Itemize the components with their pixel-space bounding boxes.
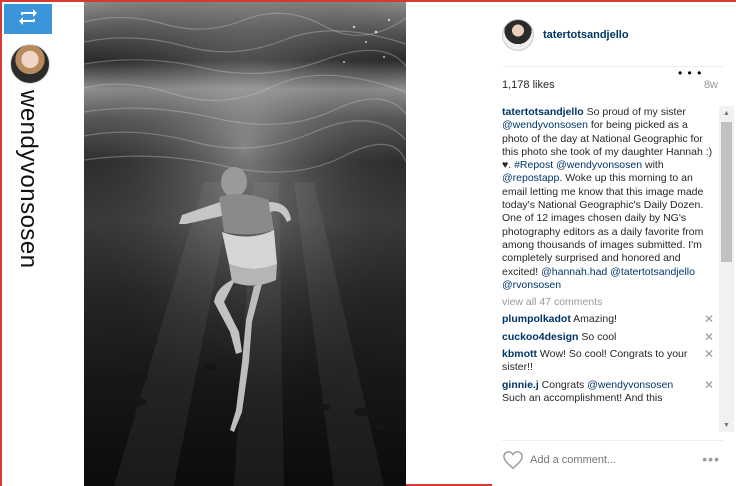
repost-icon (17, 8, 39, 31)
post-header: tatertotsandjello (502, 18, 629, 52)
inline-more-icon[interactable]: • • • (678, 66, 702, 80)
caption-text: . Woke up this morning to an email letti… (502, 172, 704, 278)
caption-mention[interactable]: @hannah.had (541, 266, 607, 278)
scroll-up-arrow-icon[interactable]: ▲ (719, 106, 734, 120)
comment-item: plumpolkadot Amazing! ✕ (502, 313, 714, 327)
caption-text: So proud of my sister (583, 106, 686, 118)
scroll-thumb[interactable] (721, 122, 732, 262)
caption-mention[interactable]: @wendyvonsosen (556, 159, 642, 171)
comment-mention[interactable]: @wendyvonsosen (587, 379, 673, 391)
remove-comment-icon[interactable]: ✕ (704, 330, 714, 344)
footer-divider (502, 440, 724, 441)
like-heart-icon[interactable] (502, 450, 524, 475)
comments-list: tatertotsandjello So proud of my sister … (502, 106, 714, 432)
comment-item: ginnie.j Congrats @wendyvonsosen Such an… (502, 378, 714, 406)
remove-comment-icon[interactable]: ✕ (704, 347, 714, 361)
comments-scrollbar[interactable]: ▲ ▼ (719, 106, 734, 432)
more-options-icon[interactable]: ••• (702, 451, 720, 467)
repost-username[interactable]: wendyvonsosen (14, 90, 42, 269)
repost-strip: wendyvonsosen (2, 2, 84, 486)
post-photo[interactable] (84, 2, 406, 486)
comment-text: Congrats (538, 378, 588, 391)
comment-text: So cool (578, 330, 617, 343)
repost-badge (4, 4, 52, 34)
remove-comment-icon[interactable]: ✕ (704, 378, 714, 392)
comment-username[interactable]: plumpolkadot (502, 313, 571, 325)
caption-mention[interactable]: @wendyvonsosen (502, 119, 588, 131)
comment-username[interactable]: kbmott (502, 348, 537, 360)
comment-username[interactable]: ginnie.j (502, 379, 539, 391)
comment-username[interactable]: cuckoo4design (502, 331, 578, 343)
author-avatar[interactable] (502, 19, 534, 51)
post-details-panel: tatertotsandjello 1,178 likes 8w taterto… (492, 2, 736, 486)
post-age: 8w (703, 79, 718, 91)
author-username[interactable]: tatertotsandjello (543, 29, 629, 41)
caption-mention[interactable]: @repostapp (502, 172, 559, 184)
view-all-comments-link[interactable]: view all 47 comments (502, 296, 714, 309)
caption-username[interactable]: tatertotsandjello (502, 106, 584, 118)
caption-mention[interactable]: @tatertotsandjello (610, 266, 695, 278)
caption: tatertotsandjello So proud of my sister … (502, 106, 714, 292)
remove-comment-icon[interactable]: ✕ (704, 313, 714, 327)
caption-mention[interactable]: @rvonsosen (502, 279, 561, 291)
likes-count[interactable]: 1,178 likes (502, 79, 555, 91)
comment-item: cuckoo4design So cool ✕ (502, 330, 714, 344)
caption-hashtag[interactable]: #Repost (514, 159, 553, 171)
caption-text: with (642, 159, 664, 172)
add-comment-input[interactable] (530, 451, 690, 469)
comment-text: Amazing! (570, 313, 617, 326)
comment-item: kbmott Wow! So cool! Congrats to your si… (502, 347, 714, 375)
comment-text: Such an accomplishment! And this (502, 391, 663, 404)
repost-user-avatar[interactable] (10, 44, 50, 84)
scroll-down-arrow-icon[interactable]: ▼ (719, 418, 734, 432)
